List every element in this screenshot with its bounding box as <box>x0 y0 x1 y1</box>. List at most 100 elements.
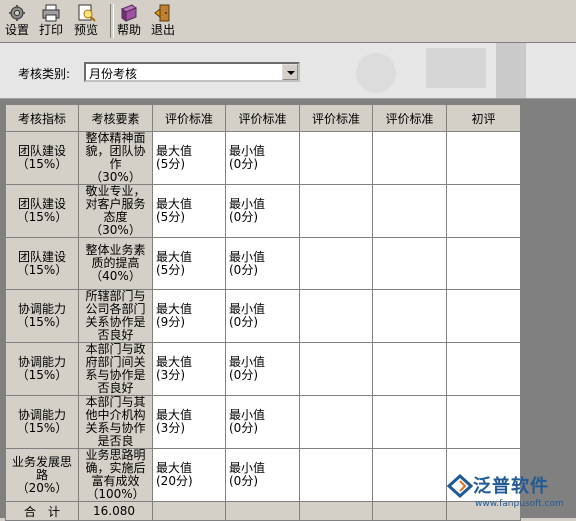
cell-line: 路 <box>35 467 48 482</box>
max-score-cell[interactable]: 最大值 (20分) <box>152 448 226 502</box>
min-score-cell[interactable]: 最小值 (0分) <box>225 448 300 502</box>
indicator-cell[interactable]: 团队建设 （15%） <box>5 184 79 238</box>
cell-line: （20%） <box>16 480 68 495</box>
table-row[interactable]: 协调能力 （15%） 所辖部门与 公司各部门 关系协作是 否良好 最大值 (9分) 最小值 (0分… <box>5 289 521 343</box>
column-header[interactable]: 评价标准 <box>152 104 226 132</box>
min-score-cell[interactable]: 最小值 (0分) <box>225 395 300 449</box>
min-score-cell[interactable]: 最小值 (0分) <box>225 131 300 185</box>
table-row[interactable]: 协调能力 （15%） 本部门与其 他中介机构 关系与协作 是否良 最大值 (3分) 最小值 (0分… <box>5 395 521 449</box>
column-header[interactable]: 评价标准 <box>225 104 300 132</box>
help-button[interactable]: 帮助 <box>114 2 144 40</box>
cell-line: (0分) <box>229 262 258 277</box>
evaluation-table: 考核指标 考核要素 评价标准 评价标准 评价标准 评价标准 初评 团队建设 （15… <box>5 104 521 521</box>
criteria-cell[interactable] <box>372 184 447 238</box>
preview-button[interactable]: 预览 <box>70 2 102 40</box>
cell-line: 否良好 <box>97 381 134 395</box>
watermark: 泛普软件 www.fanpusoft.com <box>445 472 573 516</box>
brand-url: www.fanpusoft.com <box>475 499 564 509</box>
cell-line: (5分) <box>156 157 185 171</box>
cell-line: 是否良 <box>97 434 134 448</box>
indicator-cell[interactable]: 团队建设 （15%） <box>5 237 79 290</box>
factor-cell[interactable]: 整体业务素 质的提高 （40%） <box>78 237 153 290</box>
indicator-cell[interactable]: 协调能力 （15%） <box>5 289 79 343</box>
initial-review-cell[interactable] <box>446 342 521 396</box>
initial-review-cell[interactable] <box>446 131 521 185</box>
max-score-cell[interactable]: 最大值 (9分) <box>152 289 226 343</box>
factor-cell[interactable]: 敬业专业， 对客户服务 态度 （30%） <box>78 184 153 238</box>
cell-line: (5分) <box>156 262 185 277</box>
table-row[interactable]: 团队建设 （15%） 敬业专业， 对客户服务 态度 （30%） 最大值 (5分) 最小值 (0分) <box>5 184 521 238</box>
criteria-cell[interactable] <box>372 342 447 396</box>
column-header[interactable]: 初评 <box>446 104 521 132</box>
factor-cell[interactable]: 本部门与政 府部门间关 系与协作是 否良好 <box>78 342 153 396</box>
factor-cell[interactable]: 整体精神面 貌，团队协作（30%） <box>78 131 153 185</box>
cell-line: 最大值 <box>156 249 193 264</box>
indicator-cell[interactable]: 团队建设 （15%） <box>5 131 79 185</box>
chevron-down-icon[interactable] <box>282 64 298 80</box>
exit-label: 退出 <box>150 23 175 37</box>
criteria-cell[interactable] <box>372 448 447 502</box>
exit-door-icon <box>154 4 170 22</box>
initial-review-cell[interactable] <box>446 237 521 290</box>
max-score-cell[interactable]: 最大值 (3分) <box>152 342 226 396</box>
cell-line: （15%） <box>16 210 68 224</box>
print-label: 打印 <box>38 23 63 37</box>
column-header[interactable]: 考核要素 <box>78 104 153 132</box>
criteria-cell[interactable] <box>299 289 373 343</box>
print-button[interactable]: 打印 <box>36 2 66 40</box>
exit-button[interactable]: 退出 <box>148 2 178 40</box>
toolbar: 设置 打印 预览 帮助 退出 <box>0 0 576 43</box>
column-header[interactable]: 考核指标 <box>5 104 79 132</box>
preview-icon <box>78 4 96 22</box>
table-row[interactable]: 业务发展思路（20%） 业务思路明 确，实施后 富有成效 （100%） 最大值 (20分) 最… <box>5 448 521 502</box>
cell-line: (3分) <box>156 421 185 435</box>
criteria-cell[interactable] <box>299 184 373 238</box>
indicator-cell[interactable]: 协调能力 （15%） <box>5 342 79 396</box>
factor-cell[interactable]: 所辖部门与 公司各部门 关系协作是 否良好 <box>78 289 153 343</box>
cell-line: （15%） <box>16 262 68 277</box>
min-score-cell[interactable]: 最小值 (0分) <box>225 289 300 343</box>
table-row[interactable]: 团队建设 （15%） 整体精神面 貌，团队协作（30%） 最大值 (5分) 最小值 (0分) <box>5 131 521 185</box>
cell-line: (0分) <box>229 421 258 435</box>
criteria-cell[interactable] <box>372 395 447 449</box>
criteria-cell[interactable] <box>299 237 373 290</box>
criteria-cell[interactable] <box>372 237 447 290</box>
factor-cell[interactable]: 本部门与其 他中介机构 关系与协作 是否良 <box>78 395 153 449</box>
max-score-cell[interactable]: 最大值 (3分) <box>152 395 226 449</box>
cell-line: (0分) <box>229 474 258 488</box>
settings-gear-icon <box>9 5 25 21</box>
criteria-cell[interactable] <box>299 131 373 185</box>
cell-line: 最小值 <box>229 249 266 264</box>
column-header[interactable]: 评价标准 <box>299 104 373 132</box>
cell-line: （15%） <box>16 157 68 171</box>
criteria-cell[interactable] <box>299 448 373 502</box>
factor-cell[interactable]: 业务思路明 确，实施后 富有成效 （100%） <box>78 448 153 502</box>
brand-logo-icon <box>447 474 473 498</box>
criteria-cell[interactable] <box>299 342 373 396</box>
initial-review-cell[interactable] <box>446 289 521 343</box>
category-select[interactable]: 月份考核 <box>84 62 300 82</box>
max-score-cell[interactable]: 最大值 (5分) <box>152 237 226 290</box>
settings-button[interactable]: 设置 <box>2 2 32 40</box>
help-label: 帮助 <box>116 23 141 37</box>
initial-review-cell[interactable] <box>446 184 521 238</box>
filter-panel: 考核类别: 月份考核 <box>0 43 576 99</box>
criteria-cell[interactable] <box>372 131 447 185</box>
criteria-cell[interactable] <box>299 395 373 449</box>
indicator-cell[interactable]: 业务发展思路（20%） <box>5 448 79 502</box>
cell-line: （15%） <box>16 421 68 435</box>
cell-line: (0分) <box>229 157 258 171</box>
initial-review-cell[interactable] <box>446 395 521 449</box>
max-score-cell[interactable]: 最大值 (5分) <box>152 184 226 238</box>
min-score-cell[interactable]: 最小值 (0分) <box>225 237 300 290</box>
column-header[interactable]: 评价标准 <box>372 104 447 132</box>
cell-line: （100%） <box>86 487 145 501</box>
table-row[interactable]: 协调能力 （15%） 本部门与政 府部门间关 系与协作是 否良好 最大值 (3分) 最小值 (0分… <box>5 342 521 396</box>
min-score-cell[interactable]: 最小值 (0分) <box>225 184 300 238</box>
max-score-cell[interactable]: 最大值 (5分) <box>152 131 226 185</box>
criteria-cell[interactable] <box>372 289 447 343</box>
grid-area: 考核指标 考核要素 评价标准 评价标准 评价标准 评价标准 初评 团队建设 （15… <box>0 99 576 521</box>
table-row[interactable]: 团队建设 （15%） 整体业务素 质的提高 （40%） 最大值 (5分) 最小值 (0分) <box>5 237 521 290</box>
min-score-cell[interactable]: 最小值 (0分) <box>225 342 300 396</box>
indicator-cell[interactable]: 协调能力 （15%） <box>5 395 79 449</box>
